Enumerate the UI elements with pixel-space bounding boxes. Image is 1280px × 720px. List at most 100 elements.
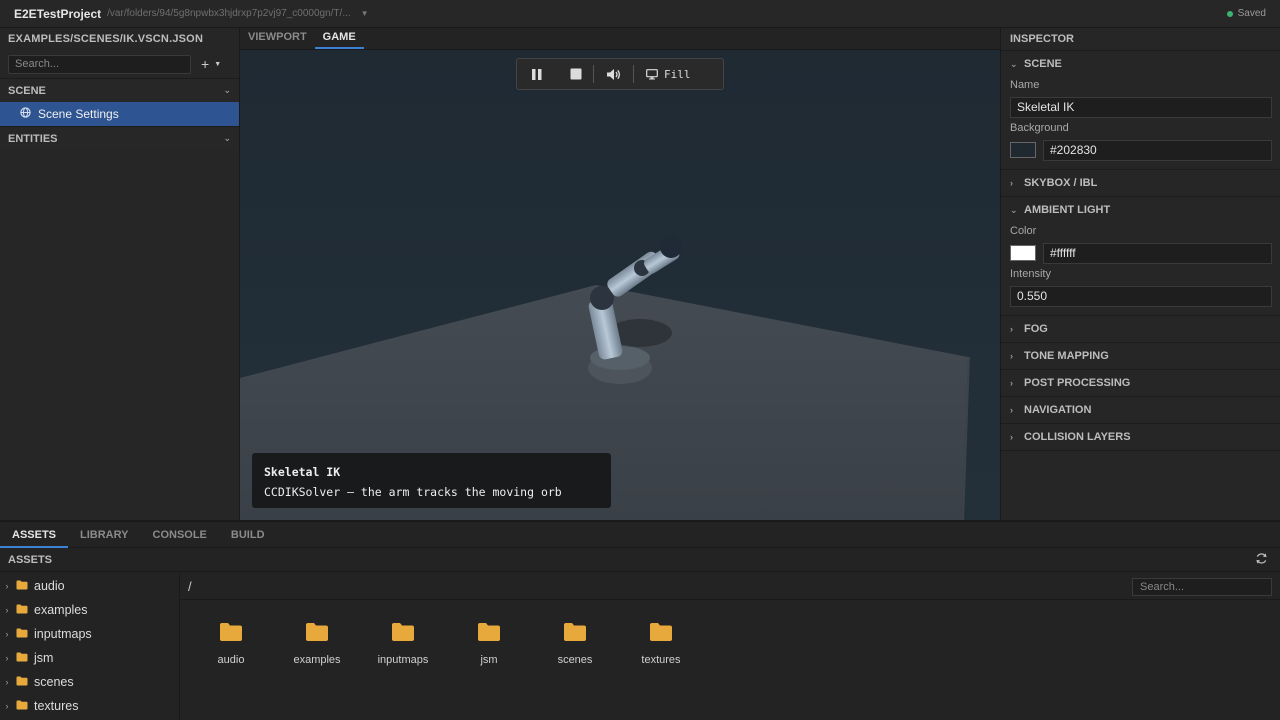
ambient-light-section-header[interactable]: ⌄ AMBIENT LIGHT — [1001, 197, 1280, 223]
navigation-section-header[interactable]: › NAVIGATION — [1001, 397, 1280, 423]
bottom-panel: ASSETS LIBRARY CONSOLE BUILD ASSETS › aud… — [0, 520, 1280, 720]
pause-button[interactable] — [531, 68, 543, 81]
save-status-label: Saved — [1237, 8, 1266, 19]
folder-icon — [219, 622, 243, 645]
pause-icon — [532, 68, 542, 80]
folder-icon — [16, 699, 28, 713]
ambient-color-swatch[interactable] — [1010, 245, 1036, 261]
asset-path[interactable]: / — [188, 579, 192, 594]
folder-icon — [16, 627, 28, 641]
asset-tree-label: inputmaps — [34, 627, 92, 641]
ambient-color-field[interactable] — [1043, 242, 1272, 264]
folder-icon — [477, 622, 501, 645]
entities-section-header[interactable]: ENTITIES ⌄ — [0, 126, 239, 150]
viewport-panel: VIEWPORT GAME Fill Skeletal IK CCDIKSolv… — [240, 28, 1000, 520]
tab-game[interactable]: GAME — [314, 27, 364, 49]
tone-mapping-section: › TONE MAPPING — [1001, 342, 1280, 369]
asset-tree-label: scenes — [34, 675, 74, 689]
chevron-right-icon: › — [1010, 324, 1013, 334]
collision-layers-section-label: COLLISION LAYERS — [1024, 431, 1131, 443]
asset-folder-tile[interactable]: jsm — [446, 622, 532, 666]
tab-console[interactable]: CONSOLE — [141, 522, 219, 548]
assets-header: ASSETS — [0, 548, 1280, 572]
stop-icon — [570, 68, 582, 80]
asset-tree-item[interactable]: › audio — [0, 574, 179, 598]
asset-tree-item[interactable]: › inputmaps — [0, 622, 179, 646]
fill-mode-button[interactable]: Fill — [646, 68, 691, 81]
asset-search-input[interactable] — [1132, 577, 1272, 596]
monitor-icon — [646, 68, 658, 79]
chevron-right-icon: › — [1010, 378, 1013, 388]
background-color-field[interactable] — [1043, 139, 1272, 161]
chevron-right-icon[interactable]: › — [0, 605, 14, 615]
scene-render — [240, 236, 970, 520]
target-orb — [660, 236, 682, 258]
asset-tree-item[interactable]: › textures — [0, 694, 179, 718]
tone-mapping-section-header[interactable]: › TONE MAPPING — [1001, 343, 1280, 369]
folder-icon — [16, 579, 28, 593]
save-status: Saved — [1226, 8, 1266, 19]
hierarchy-search-input[interactable] — [8, 54, 191, 74]
skybox-section-header[interactable]: › SKYBOX / IBL — [1001, 170, 1280, 196]
chevron-right-icon[interactable]: › — [0, 629, 14, 639]
refresh-icon[interactable] — [1255, 552, 1268, 568]
scene-settings-item[interactable]: Scene Settings — [0, 102, 239, 126]
post-processing-section-header[interactable]: › POST PROCESSING — [1001, 370, 1280, 396]
asset-folder-tile[interactable]: scenes — [532, 622, 618, 666]
asset-tree-item[interactable]: › scenes — [0, 670, 179, 694]
chevron-down-icon: ⌄ — [1010, 204, 1018, 215]
title-bar: E2ETestProject /var/folders/94/5g8npwbx3… — [0, 0, 1280, 28]
plus-icon: + — [201, 56, 210, 72]
folder-icon — [391, 622, 415, 645]
asset-folder-tile[interactable]: examples — [274, 622, 360, 666]
chevron-down-icon[interactable]: ▼ — [361, 9, 369, 18]
asset-tree-label: audio — [34, 579, 65, 593]
scene-section-header[interactable]: SCENE ⌄ — [0, 78, 239, 102]
tab-build[interactable]: BUILD — [219, 522, 277, 548]
viewport-tabs: VIEWPORT GAME — [240, 28, 1000, 50]
intensity-row — [1001, 283, 1280, 309]
chevron-right-icon[interactable]: › — [0, 581, 14, 591]
stop-button[interactable] — [570, 68, 582, 80]
name-field[interactable] — [1010, 96, 1272, 118]
intensity-label: Intensity — [1010, 268, 1051, 280]
asset-folder-tile[interactable]: inputmaps — [360, 622, 446, 666]
project-path[interactable]: /var/folders/94/5g8npwbx3hjdrxp7p2vj97_c… — [107, 8, 351, 19]
asset-tree-item[interactable]: › examples — [0, 598, 179, 622]
name-row — [1001, 94, 1280, 120]
chevron-right-icon[interactable]: › — [0, 677, 14, 687]
game-view[interactable]: Fill Skeletal IK CCDIKSolver — the arm t… — [240, 50, 1000, 520]
background-label: Background — [1010, 122, 1069, 134]
navigation-section: › NAVIGATION — [1001, 396, 1280, 423]
scene-caption: Skeletal IK CCDIKSolver — the arm tracks… — [252, 453, 611, 508]
asset-folder-label: scenes — [557, 654, 593, 666]
add-entity-button[interactable]: + ▼ — [201, 56, 221, 72]
fog-section-header[interactable]: › FOG — [1001, 316, 1280, 342]
asset-folder-tile[interactable]: textures — [618, 622, 704, 666]
entities-section-label: ENTITIES — [8, 132, 58, 145]
collision-layers-section-header[interactable]: › COLLISION LAYERS — [1001, 424, 1280, 450]
intensity-field[interactable] — [1010, 285, 1272, 307]
folder-icon — [305, 622, 329, 645]
navigation-section-label: NAVIGATION — [1024, 404, 1092, 416]
asset-tree-label: jsm — [34, 651, 54, 665]
skybox-section: › SKYBOX / IBL — [1001, 169, 1280, 196]
volume-button[interactable] — [606, 68, 621, 81]
asset-tree: › audio › examples › inputmaps › jsm › scenes › tex… — [0, 574, 180, 720]
chevron-right-icon[interactable]: › — [0, 653, 14, 663]
app-title: E2ETestProject — [14, 6, 102, 21]
asset-folder-tile[interactable]: audio — [188, 622, 274, 666]
chevron-right-icon: › — [1010, 351, 1013, 361]
scene-path: EXAMPLES/SCENES/IK.VSCN.JSON — [8, 33, 204, 45]
tab-library[interactable]: LIBRARY — [68, 522, 140, 548]
background-swatch[interactable] — [1010, 142, 1036, 158]
scene-section-header[interactable]: ⌄ SCENE — [1001, 51, 1280, 77]
tab-assets[interactable]: ASSETS — [0, 522, 69, 548]
chevron-right-icon[interactable]: › — [0, 701, 14, 711]
globe-icon — [20, 107, 31, 121]
asset-tree-item[interactable]: › jsm — [0, 646, 179, 670]
tab-viewport[interactable]: VIEWPORT — [240, 27, 315, 49]
hierarchy-panel: EXAMPLES/SCENES/IK.VSCN.JSON + ▼ SCENE ⌄… — [0, 28, 240, 520]
chevron-right-icon: › — [1010, 178, 1013, 188]
scene-section-label: SCENE — [8, 84, 46, 97]
